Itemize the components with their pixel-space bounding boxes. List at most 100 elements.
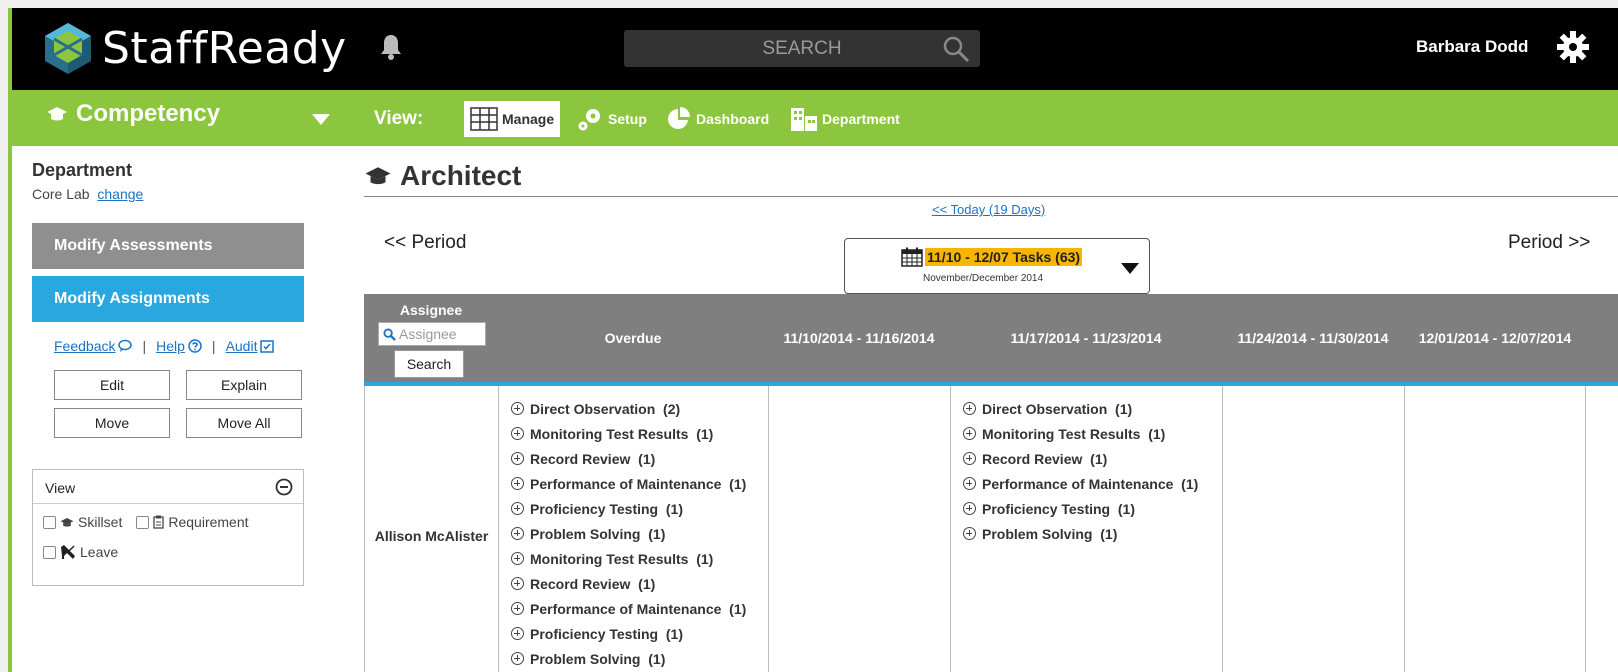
expand-plus-icon[interactable] xyxy=(511,477,524,490)
assignee-name[interactable]: Allison McAlister xyxy=(364,386,498,672)
change-department-link[interactable]: change xyxy=(97,186,143,202)
expand-plus-icon[interactable] xyxy=(511,627,524,640)
column-header-week[interactable]: 12/01/2014 - 12/07/2014 xyxy=(1404,294,1586,382)
expand-plus-icon[interactable] xyxy=(511,652,524,665)
top-bar: StaffReady Barbara Dodd xyxy=(12,8,1618,90)
move-button[interactable]: Move xyxy=(54,408,170,438)
search-input[interactable] xyxy=(682,37,922,60)
task-label: Proficiency Testing (1) xyxy=(530,500,683,517)
task-item[interactable]: Record Review (1) xyxy=(511,571,768,596)
expand-plus-icon[interactable] xyxy=(511,427,524,440)
expand-plus-icon[interactable] xyxy=(511,502,524,515)
expand-plus-icon[interactable] xyxy=(963,452,976,465)
audit-link[interactable]: Audit xyxy=(226,338,275,354)
question-circle-icon xyxy=(188,339,202,353)
column-header-week[interactable]: 11/24/2014 - 11/30/2014 xyxy=(1222,294,1404,382)
notifications-bell-icon[interactable] xyxy=(380,33,402,66)
task-item[interactable]: Problem Solving (1) xyxy=(511,521,768,546)
next-period-link[interactable]: Period >> xyxy=(1508,232,1590,254)
expand-plus-icon[interactable] xyxy=(511,452,524,465)
task-item[interactable]: Direct Observation (1) xyxy=(963,396,1222,421)
edit-button[interactable]: Edit xyxy=(54,370,170,400)
task-item[interactable]: Proficiency Testing (1) xyxy=(511,496,768,521)
link-separator: | xyxy=(211,338,216,354)
column-header-week[interactable]: 11/17/2014 - 11/23/2014 xyxy=(950,294,1222,382)
task-item[interactable]: Problem Solving (1) xyxy=(963,521,1222,546)
graduation-cap-icon xyxy=(365,167,391,185)
expand-plus-icon[interactable] xyxy=(511,402,524,415)
search-icon[interactable] xyxy=(942,35,970,63)
overdue-cell: Direct Observation (2) Monitoring Test Re… xyxy=(498,386,768,672)
expand-plus-icon[interactable] xyxy=(511,552,524,565)
task-label: Monitoring Test Results (1) xyxy=(982,425,1166,442)
help-link[interactable]: Help xyxy=(156,338,202,354)
expand-plus-icon[interactable] xyxy=(963,502,976,515)
period-picker[interactable]: 11/10 - 12/07 Tasks (63) November/Decemb… xyxy=(844,238,1150,294)
tab-setup[interactable]: Setup xyxy=(570,101,653,137)
graduation-cap-icon xyxy=(60,517,74,527)
expand-plus-icon[interactable] xyxy=(511,577,524,590)
table-row: Allison McAlister Direct Observation (2)… xyxy=(364,386,1618,672)
expand-plus-icon[interactable] xyxy=(511,602,524,615)
leave-filter[interactable]: Leave xyxy=(43,544,303,560)
expand-plus-icon[interactable] xyxy=(963,402,976,415)
move-all-button[interactable]: Move All xyxy=(186,408,302,438)
leave-checkbox[interactable] xyxy=(43,545,56,559)
plane-icon xyxy=(61,545,75,559)
assignee-header: Assignee Search xyxy=(364,294,498,382)
tab-department[interactable]: Department xyxy=(784,101,906,137)
staffready-logo[interactable]: StaffReady xyxy=(42,18,347,78)
modify-assignments-button[interactable]: Modify Assignments xyxy=(32,276,304,322)
module-selector[interactable]: Competency xyxy=(46,100,220,128)
grid-icon xyxy=(470,107,498,131)
task-item[interactable]: Performance of Maintenance (1) xyxy=(963,471,1222,496)
global-search[interactable] xyxy=(624,30,980,67)
tab-dashboard[interactable]: Dashboard xyxy=(660,101,775,137)
column-header-week[interactable]: 11/10/2014 - 11/16/2014 xyxy=(768,294,950,382)
week-cell xyxy=(768,386,950,672)
task-item[interactable]: Performance of Maintenance (1) xyxy=(511,596,768,621)
view-panel-header: View xyxy=(33,470,303,504)
module-dropdown-caret-icon[interactable] xyxy=(312,114,330,126)
task-item[interactable]: Monitoring Test Results (1) xyxy=(511,546,768,571)
building-icon xyxy=(791,108,817,131)
task-item[interactable]: Monitoring Test Results (1) xyxy=(963,421,1222,446)
task-item[interactable]: Proficiency Testing (1) xyxy=(963,496,1222,521)
audit-check-icon xyxy=(260,340,275,353)
settings-gear-icon[interactable] xyxy=(1556,30,1590,69)
tab-manage[interactable]: Manage xyxy=(464,101,561,137)
calendar-icon xyxy=(901,247,923,267)
skillset-filter[interactable]: Skillset xyxy=(43,514,122,530)
overdue-task-list: Direct Observation (2) Monitoring Test Re… xyxy=(499,386,768,671)
collapse-minus-icon[interactable] xyxy=(275,478,293,496)
task-item[interactable]: Proficiency Testing (1) xyxy=(511,621,768,646)
period-dropdown-caret-icon[interactable] xyxy=(1121,263,1139,275)
clipboard-icon xyxy=(153,515,165,529)
expand-plus-icon[interactable] xyxy=(963,477,976,490)
today-link[interactable]: << Today (19 Days) xyxy=(932,202,1045,217)
feedback-link[interactable]: Feedback xyxy=(54,338,133,354)
assignee-filter[interactable] xyxy=(378,322,486,346)
expand-plus-icon[interactable] xyxy=(963,427,976,440)
previous-period-link[interactable]: << Period xyxy=(384,232,466,254)
assignment-table: Assignee Search Overdue 11/10/2014 - 11/… xyxy=(364,294,1618,672)
task-label: Performance of Maintenance (1) xyxy=(982,475,1199,492)
expand-plus-icon[interactable] xyxy=(963,527,976,540)
pie-chart-icon xyxy=(668,107,690,129)
task-item[interactable]: Record Review (1) xyxy=(963,446,1222,471)
requirement-checkbox[interactable] xyxy=(136,515,150,529)
task-item[interactable]: Monitoring Test Results (1) xyxy=(511,421,768,446)
assignee-search-input[interactable] xyxy=(399,326,483,342)
task-item[interactable]: Performance of Maintenance (1) xyxy=(511,471,768,496)
user-name[interactable]: Barbara Dodd xyxy=(1416,37,1528,57)
expand-plus-icon[interactable] xyxy=(511,527,524,540)
requirement-filter[interactable]: Requirement xyxy=(136,514,249,530)
column-header-overdue[interactable]: Overdue xyxy=(498,294,768,382)
task-item[interactable]: Record Review (1) xyxy=(511,446,768,471)
task-item[interactable]: Direct Observation (2) xyxy=(511,396,768,421)
explain-button[interactable]: Explain xyxy=(186,370,302,400)
modify-assessments-button[interactable]: Modify Assessments xyxy=(32,223,304,269)
skillset-checkbox[interactable] xyxy=(43,515,56,529)
assignee-search-button[interactable]: Search xyxy=(394,350,464,378)
task-item[interactable]: Problem Solving (1) xyxy=(511,646,768,671)
